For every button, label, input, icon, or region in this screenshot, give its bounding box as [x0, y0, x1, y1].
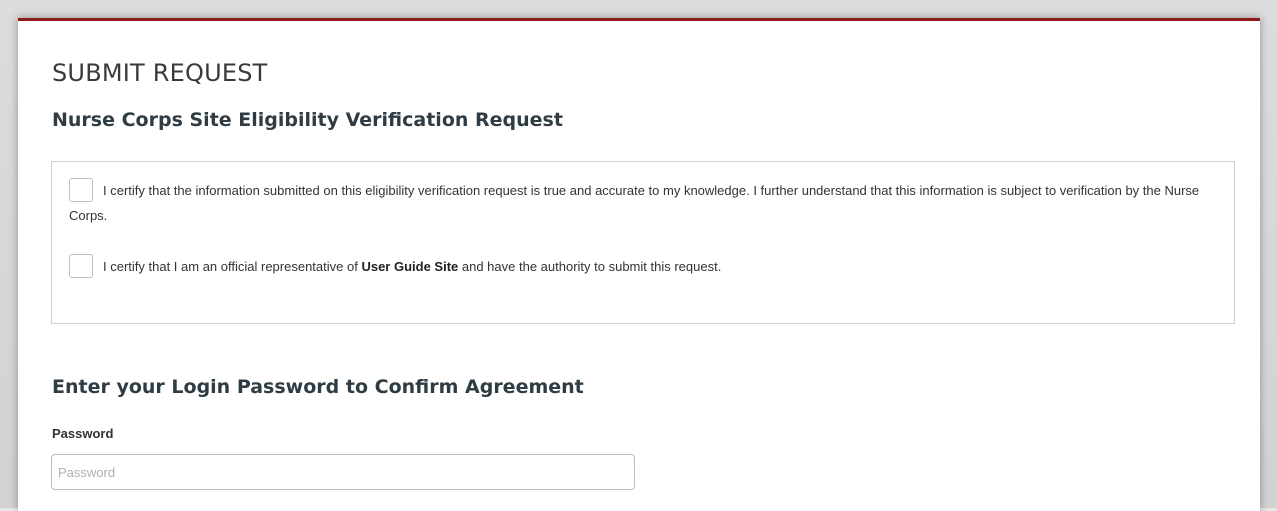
certification-text-before: I certify that I am an official represen…: [103, 259, 362, 274]
screenshot-frame: SUBMIT REQUEST Nurse Corps Site Eligibil…: [0, 0, 1277, 511]
certification-row-accuracy: I certify that the information submitted…: [69, 177, 1219, 228]
submit-request-card: SUBMIT REQUEST Nurse Corps Site Eligibil…: [18, 18, 1260, 511]
certification-text-after: and have the authority to submit this re…: [458, 259, 722, 274]
certification-box: I certify that the information submitted…: [51, 161, 1235, 324]
form-subtitle: Nurse Corps Site Eligibility Verificatio…: [52, 109, 563, 131]
password-label: Password: [52, 426, 114, 441]
password-input[interactable]: [51, 454, 635, 490]
site-name: User Guide Site: [361, 259, 459, 274]
certification-text-accuracy: I certify that the information submitted…: [69, 183, 1200, 223]
accuracy-checkbox[interactable]: [69, 177, 93, 202]
page-title: SUBMIT REQUEST: [52, 59, 268, 87]
representative-checkbox[interactable]: [69, 253, 93, 278]
confirm-heading: Enter your Login Password to Confirm Agr…: [52, 376, 584, 398]
certification-row-representative: I certify that I am an official represen…: [69, 253, 1219, 280]
